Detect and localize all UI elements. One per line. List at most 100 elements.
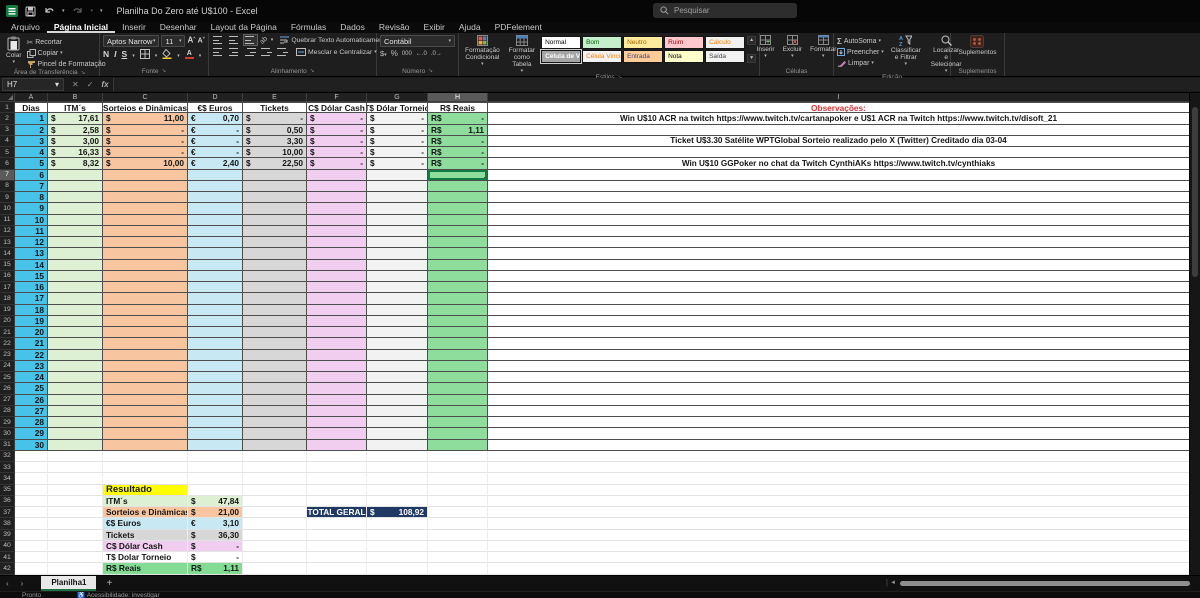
font-size-select[interactable]: 11▾ [161,35,185,47]
cell-F8[interactable] [307,181,367,192]
cell-E38[interactable] [243,518,307,529]
cell-D39[interactable]: $36,30 [188,530,243,541]
cell-H24[interactable] [428,361,488,372]
row-header-13[interactable]: 13 [0,237,15,248]
cell-B18[interactable] [48,293,103,304]
cell-C39[interactable]: Tickets [103,530,188,541]
cell-C36[interactable]: ITM´s [103,496,188,507]
cell-C14[interactable] [103,248,188,259]
cell-I35[interactable] [488,485,1190,496]
row-header-12[interactable]: 12 [0,226,15,237]
cell-D13[interactable] [188,237,243,248]
cell-A30[interactable]: 29 [15,428,48,439]
cell-D31[interactable] [188,440,243,451]
cell-A21[interactable]: 20 [15,327,48,338]
increase-indent-icon[interactable] [276,47,289,57]
cell-D41[interactable]: $- [188,552,243,563]
cell-A3[interactable]: 2 [15,125,48,136]
cell-I2[interactable]: Win U$10 ACR na twitch https://www.twitc… [488,113,1190,124]
cell-D12[interactable] [188,226,243,237]
cell-B37[interactable] [48,507,103,518]
cell-D17[interactable] [188,282,243,293]
cell-H6[interactable]: R$- [428,158,488,169]
cell-D34[interactable] [188,473,243,484]
cell-A36[interactable] [15,496,48,507]
copy-button[interactable]: Copiar ▾ [27,48,106,58]
cell-A1[interactable]: Dias [15,102,48,113]
cell-I15[interactable] [488,260,1190,271]
row-header-30[interactable]: 30 [0,428,15,439]
cell-C41[interactable]: T$ Dolar Torneio [103,552,188,563]
row-header-28[interactable]: 28 [0,406,15,417]
cell-A7[interactable]: 6 [15,170,48,181]
row-header-35[interactable]: 35 [0,485,15,496]
cell-style-chip[interactable]: Cálculo [705,36,745,49]
cell-D9[interactable] [188,192,243,203]
cell-G32[interactable] [367,451,428,462]
row-header-37[interactable]: 37 [0,507,15,518]
cell-F36[interactable] [307,496,367,507]
accounting-format-icon[interactable]: $▾ [380,49,387,58]
cell-B6[interactable]: $8,32 [48,158,103,169]
cell-G31[interactable] [367,440,428,451]
ribbon-tab-exibir[interactable]: Exibir [417,22,452,33]
column-header-D[interactable]: D [188,93,243,102]
cell-H21[interactable] [428,327,488,338]
sheet-nav-left-icon[interactable]: ‹ [0,579,15,588]
row-header-36[interactable]: 36 [0,496,15,507]
cell-D8[interactable] [188,181,243,192]
cell-I41[interactable] [488,552,1190,563]
cell-E14[interactable] [243,248,307,259]
ribbon-tab-revisão[interactable]: Revisão [372,22,417,33]
cell-E42[interactable] [243,563,307,574]
cell-D2[interactable]: €0,70 [188,113,243,124]
cell-C19[interactable] [103,305,188,316]
align-left-icon[interactable] [212,47,225,57]
cell-I23[interactable] [488,350,1190,361]
decrease-font-icon[interactable]: A˅ [198,35,205,47]
cell-A11[interactable]: 10 [15,215,48,226]
cell-A38[interactable] [15,518,48,529]
insert-cells-button[interactable]: + Inserir▾ [754,35,778,59]
clear-button[interactable]: Limpar▾ [837,58,884,68]
cell-B42[interactable] [48,563,103,574]
align-center-icon[interactable] [228,47,241,57]
cell-I12[interactable] [488,226,1190,237]
cell-C30[interactable] [103,428,188,439]
row-header-33[interactable]: 33 [0,462,15,473]
cell-D25[interactable] [188,372,243,383]
cell-H18[interactable] [428,293,488,304]
cell-I4[interactable]: Ticket U$3.30 Satélite WPTGlobal Sorteio… [488,136,1190,147]
cell-F41[interactable] [307,552,367,563]
cell-F40[interactable] [307,541,367,552]
cell-G39[interactable] [367,530,428,541]
cell-C31[interactable] [103,440,188,451]
cell-C35[interactable]: Resultado [103,485,188,496]
cell-F29[interactable] [307,417,367,428]
cell-style-chip[interactable]: Ruim [664,36,704,49]
search-box[interactable]: Pesquisar [653,3,797,18]
autosum-button[interactable]: Σ AutoSoma▾ [837,36,884,46]
cell-I21[interactable] [488,327,1190,338]
cell-C15[interactable] [103,260,188,271]
cell-F14[interactable] [307,248,367,259]
cell-C6[interactable]: $10,00 [103,158,188,169]
cell-B36[interactable] [48,496,103,507]
orientation-icon[interactable]: ab [259,35,269,45]
cell-H12[interactable] [428,226,488,237]
cell-F6[interactable]: $- [307,158,367,169]
cell-E32[interactable] [243,451,307,462]
cell-C26[interactable] [103,383,188,394]
cell-C29[interactable] [103,417,188,428]
cell-E33[interactable] [243,462,307,473]
cell-D30[interactable] [188,428,243,439]
align-bottom-icon[interactable] [244,35,257,45]
cell-F10[interactable] [307,203,367,214]
row-header-29[interactable]: 29 [0,417,15,428]
cell-D14[interactable] [188,248,243,259]
cell-I33[interactable] [488,462,1190,473]
cell-H29[interactable] [428,417,488,428]
cell-I30[interactable] [488,428,1190,439]
cell-G14[interactable] [367,248,428,259]
cell-F12[interactable] [307,226,367,237]
